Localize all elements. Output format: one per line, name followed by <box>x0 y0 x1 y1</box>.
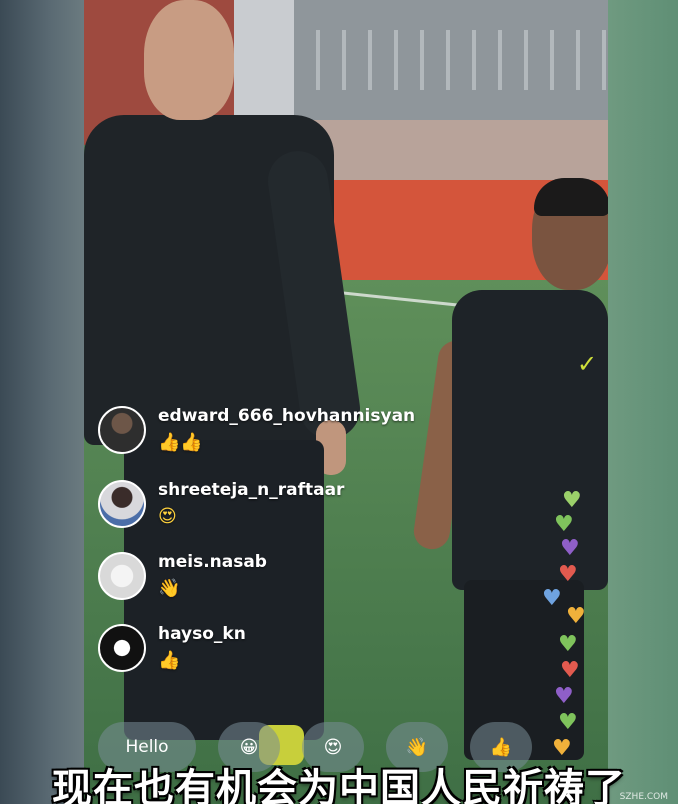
live-comment: hayso_kn 👍 <box>98 624 438 684</box>
live-comment: edward_666_hovhannisyan 👍👍 <box>98 406 438 466</box>
comment-username[interactable]: hayso_kn <box>158 624 246 644</box>
comment-reaction: 😍 <box>158 506 177 527</box>
stand-railings <box>294 30 608 90</box>
avatar[interactable] <box>98 406 146 454</box>
heart-icon: ♥ <box>558 562 578 587</box>
heart-icon: ♥ <box>554 512 574 537</box>
comment-reaction: 👋 <box>158 578 181 599</box>
comment-username[interactable]: meis.nasab <box>158 552 267 572</box>
avatar[interactable] <box>98 552 146 600</box>
avatar[interactable] <box>98 480 146 528</box>
stand-windows <box>294 120 608 180</box>
heart-icon: ♥ <box>560 536 580 561</box>
adult-player-head <box>144 0 234 120</box>
heart-icon: ♥ <box>542 586 562 611</box>
left-blur-panel <box>0 0 84 804</box>
live-comment: meis.nasab 👋 <box>98 552 438 612</box>
live-video-frame: ✓ ♥ ♥ ♥ ♥ ♥ ♥ ♥ ♥ ♥ ♥ ♥ edward_666_hovha… <box>84 0 608 804</box>
heart-icon: ♥ <box>558 632 578 657</box>
heart-icon: ♥ <box>562 488 582 513</box>
live-comment: shreeteja_n_raftaar 😍 <box>98 480 438 540</box>
watermark: SZHE.COM <box>619 792 668 802</box>
comment-username[interactable]: edward_666_hovhannisyan <box>158 406 415 426</box>
heart-icon: ♥ <box>554 684 574 709</box>
chinese-subtitle: 现在也有机会为中国人民祈祷了 <box>52 766 626 804</box>
avatar[interactable] <box>98 624 146 672</box>
comment-reaction: 👍 <box>158 650 181 671</box>
swoosh-logo-icon: ✓ <box>577 350 598 378</box>
comment-reaction: 👍👍 <box>158 432 203 453</box>
heart-icon: ♥ <box>566 604 586 629</box>
child-player-hair <box>534 178 608 216</box>
comment-username[interactable]: shreeteja_n_raftaar <box>158 480 344 500</box>
heart-icon: ♥ <box>560 658 580 683</box>
right-blur-panel <box>608 0 678 804</box>
